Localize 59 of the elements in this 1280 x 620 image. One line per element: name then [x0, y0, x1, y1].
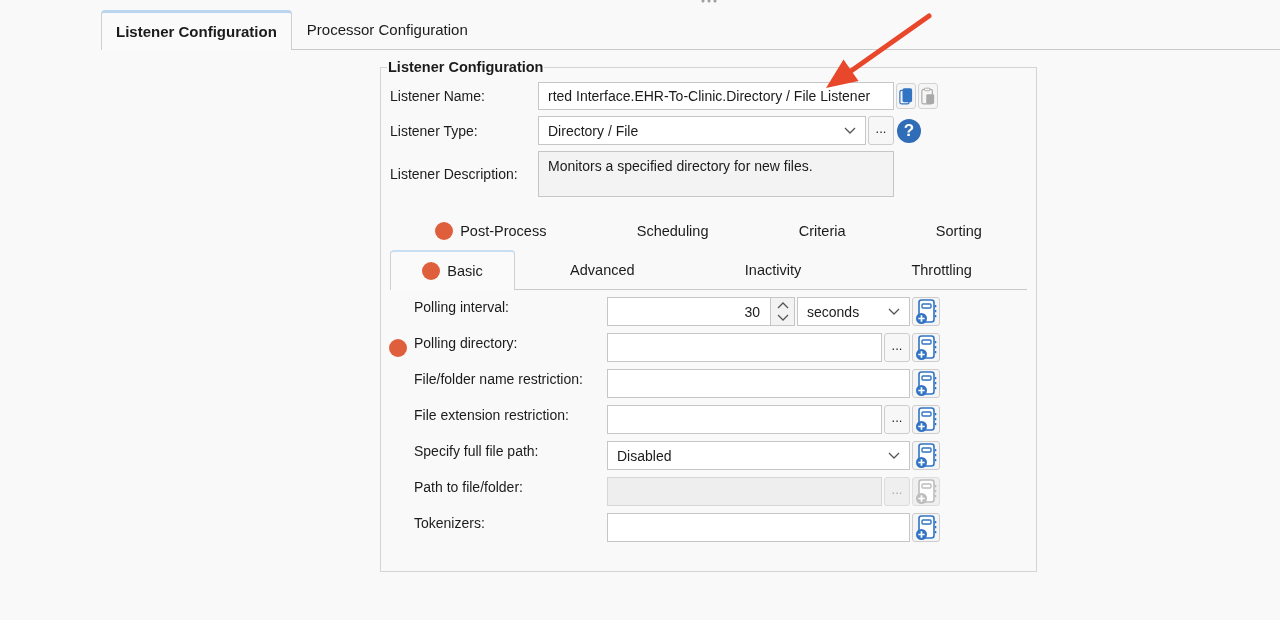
tab[interactable]: Inactivity [744, 261, 802, 278]
notepad-plus-icon [915, 334, 937, 361]
insert-button[interactable] [912, 513, 940, 542]
text-field[interactable] [607, 477, 882, 506]
clipboard-icon [921, 87, 935, 105]
field-label: Polling directory: [414, 334, 519, 353]
chevron-down-icon [776, 314, 789, 321]
tab[interactable]: Processor Configuration [306, 21, 468, 38]
chevron-down-icon [888, 308, 900, 315]
tab[interactable]: Listener Configuration [101, 10, 292, 50]
notepad-plus-icon [915, 442, 937, 469]
browse-button[interactable]: ... [884, 405, 910, 434]
number-field[interactable]: 30 [607, 297, 771, 326]
group-title: Listener Configuration [387, 59, 545, 75]
field-label: Polling interval: [414, 298, 510, 317]
tab[interactable]: Scheduling [636, 222, 709, 239]
chevron-down-icon [888, 452, 900, 459]
insert-button[interactable] [912, 297, 940, 326]
field-label: Listener Description: [390, 166, 519, 182]
insert-button[interactable] [912, 369, 940, 398]
field-label: Listener Type: [390, 122, 479, 139]
field-label: Specify full file path: [414, 442, 540, 461]
notepad-plus-icon [915, 406, 937, 433]
notepad-plus-icon [915, 514, 937, 541]
text-field[interactable] [607, 369, 910, 398]
spinner[interactable] [771, 297, 795, 326]
tab[interactable]: Throttling [911, 261, 972, 278]
browse-button[interactable]: ... [884, 333, 910, 362]
name-field[interactable]: rted Interface.EHR-To-Clinic.Directory / File Listener [538, 82, 894, 110]
text-field[interactable] [607, 333, 882, 362]
notepad-plus-icon [915, 298, 937, 325]
description-field[interactable]: Monitors a specified directory for new files. [538, 151, 894, 197]
chevron-down-icon [844, 127, 856, 134]
browse-button[interactable]: ... [868, 116, 894, 145]
help-button[interactable]: ? [897, 118, 921, 143]
field-label: File/folder name restriction: [414, 370, 584, 389]
insert-button[interactable] [912, 333, 940, 362]
text-field[interactable] [607, 513, 910, 542]
notepad-plus-icon [915, 370, 937, 397]
type-dropdown[interactable]: Directory / File [538, 116, 866, 145]
field-label: Listener Name: [390, 88, 486, 104]
field-label: Tokenizers: [414, 514, 486, 533]
chevron-up-icon [776, 302, 789, 309]
tab[interactable]: Post-Process [435, 221, 547, 240]
field-label: File extension restriction: [414, 406, 570, 425]
tab[interactable]: Advanced [570, 261, 635, 278]
insert-button[interactable] [912, 441, 940, 470]
unit-dropdown[interactable]: seconds [797, 297, 910, 326]
field-label: Path to file/folder: [414, 478, 524, 497]
drag-handle-icon[interactable] [701, 0, 717, 3]
tab[interactable]: Basic [390, 250, 515, 290]
dropdown[interactable]: Disabled [607, 441, 910, 470]
copy-button[interactable] [896, 83, 916, 109]
notepad-plus-icon [915, 478, 937, 505]
copy-icon [899, 87, 913, 105]
tab[interactable]: Sorting [935, 222, 982, 239]
insert-button[interactable] [912, 405, 940, 434]
tab[interactable]: Criteria [798, 222, 846, 239]
text-field[interactable] [607, 405, 882, 434]
